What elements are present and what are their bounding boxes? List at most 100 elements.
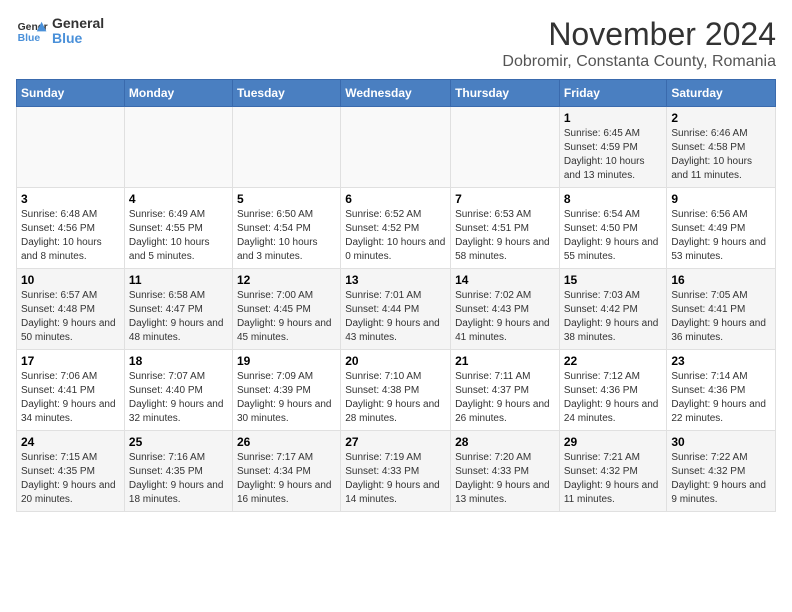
calendar-cell: 23Sunrise: 7:14 AMSunset: 4:36 PMDayligh… <box>667 350 776 431</box>
day-info: Sunrise: 6:45 AMSunset: 4:59 PMDaylight:… <box>564 127 663 183</box>
day-number: 12 <box>237 273 336 287</box>
title-area: November 2024 Dobromir, Constanta County… <box>502 16 776 71</box>
day-number: 1 <box>564 111 663 125</box>
calendar-cell: 3 Sunrise: 6:48 AMSunset: 4:56 PMDaylight… <box>17 188 125 269</box>
day-info: Sunrise: 7:07 AMSunset: 4:40 PMDaylight:… <box>129 370 228 426</box>
calendar-cell <box>341 107 451 188</box>
calendar-cell: 22 Sunrise: 7:12 AMSunset: 4:36 PMDayligh… <box>559 350 667 431</box>
calendar-cell: 7 Sunrise: 6:53 AMSunset: 4:51 PMDaylight… <box>451 188 560 269</box>
day-number: 11 <box>129 273 228 287</box>
day-info: Sunrise: 7:12 AMSunset: 4:36 PMDaylight:… <box>564 370 663 426</box>
calendar-cell: 13Sunrise: 7:01 AMSunset: 4:44 PMDayligh… <box>341 269 451 350</box>
day-info: Sunrise: 6:48 AMSunset: 4:56 PMDaylight:… <box>21 208 120 264</box>
day-number: 26 <box>237 435 336 449</box>
calendar-cell: 11 Sunrise: 6:58 AMSunset: 4:47 PMDayligh… <box>124 269 232 350</box>
calendar-cell: 5 Sunrise: 6:50 AMSunset: 4:54 PMDaylight… <box>232 188 340 269</box>
day-info: Sunrise: 7:05 AMSunset: 4:41 PMDaylight:… <box>671 289 771 345</box>
day-number: 14 <box>455 273 555 287</box>
day-info: Sunrise: 6:46 AMSunset: 4:58 PMDaylight:… <box>671 127 771 183</box>
day-number: 3 <box>21 192 120 206</box>
calendar-cell: 17Sunrise: 7:06 AMSunset: 4:41 PMDayligh… <box>17 350 125 431</box>
day-info: Sunrise: 6:52 AMSunset: 4:52 PMDaylight:… <box>345 208 446 264</box>
day-number: 9 <box>671 192 771 206</box>
day-number: 16 <box>671 273 771 287</box>
calendar-cell: 15 Sunrise: 7:03 AMSunset: 4:42 PMDayligh… <box>559 269 667 350</box>
day-number: 21 <box>455 354 555 368</box>
logo-general-text: General <box>52 16 104 31</box>
day-info: Sunrise: 6:56 AMSunset: 4:49 PMDaylight:… <box>671 208 771 264</box>
day-number: 18 <box>129 354 228 368</box>
calendar-table: SundayMondayTuesdayWednesdayThursdayFrid… <box>16 79 776 512</box>
calendar-cell <box>124 107 232 188</box>
calendar-cell <box>451 107 560 188</box>
header: General Blue General Blue November 2024 … <box>16 16 776 71</box>
logo-icon: General Blue <box>16 17 48 45</box>
weekday-header: Sunday <box>17 80 125 107</box>
calendar-cell: 19 Sunrise: 7:09 AMSunset: 4:39 PMDayligh… <box>232 350 340 431</box>
day-number: 19 <box>237 354 336 368</box>
weekday-header: Thursday <box>451 80 560 107</box>
calendar-cell: 12Sunrise: 7:00 AMSunset: 4:45 PMDayligh… <box>232 269 340 350</box>
calendar-cell: 10 Sunrise: 6:57 AMSunset: 4:48 PMDayligh… <box>17 269 125 350</box>
day-number: 7 <box>455 192 555 206</box>
day-info: Sunrise: 6:54 AMSunset: 4:50 PMDaylight:… <box>564 208 663 264</box>
day-info: Sunrise: 6:53 AMSunset: 4:51 PMDaylight:… <box>455 208 555 264</box>
calendar-week-row: 17Sunrise: 7:06 AMSunset: 4:41 PMDayligh… <box>17 350 776 431</box>
day-info: Sunrise: 6:58 AMSunset: 4:47 PMDaylight:… <box>129 289 228 345</box>
day-number: 22 <box>564 354 663 368</box>
day-info: Sunrise: 6:57 AMSunset: 4:48 PMDaylight:… <box>21 289 120 345</box>
day-info: Sunrise: 7:17 AMSunset: 4:34 PMDaylight:… <box>237 451 336 507</box>
day-number: 27 <box>345 435 446 449</box>
day-number: 8 <box>564 192 663 206</box>
calendar-cell: 27 Sunrise: 7:19 AMSunset: 4:33 PMDayligh… <box>341 431 451 512</box>
day-info: Sunrise: 7:11 AMSunset: 4:37 PMDaylight:… <box>455 370 555 426</box>
day-info: Sunrise: 7:20 AMSunset: 4:33 PMDaylight:… <box>455 451 555 507</box>
svg-text:Blue: Blue <box>18 33 41 44</box>
calendar-week-row: 3 Sunrise: 6:48 AMSunset: 4:56 PMDaylight… <box>17 188 776 269</box>
weekday-header: Wednesday <box>341 80 451 107</box>
day-number: 10 <box>21 273 120 287</box>
day-info: Sunrise: 7:10 AMSunset: 4:38 PMDaylight:… <box>345 370 446 426</box>
day-number: 20 <box>345 354 446 368</box>
weekday-header: Tuesday <box>232 80 340 107</box>
month-title: November 2024 <box>502 16 776 53</box>
logo: General Blue General Blue <box>16 16 104 47</box>
day-info: Sunrise: 7:14 AMSunset: 4:36 PMDaylight:… <box>671 370 771 426</box>
day-number: 6 <box>345 192 446 206</box>
calendar-week-row: 1 Sunrise: 6:45 AMSunset: 4:59 PMDaylight… <box>17 107 776 188</box>
calendar-cell: 26 Sunrise: 7:17 AMSunset: 4:34 PMDayligh… <box>232 431 340 512</box>
day-info: Sunrise: 6:50 AMSunset: 4:54 PMDaylight:… <box>237 208 336 264</box>
calendar-header: SundayMondayTuesdayWednesdayThursdayFrid… <box>17 80 776 107</box>
day-number: 15 <box>564 273 663 287</box>
day-info: Sunrise: 7:06 AMSunset: 4:41 PMDaylight:… <box>21 370 120 426</box>
day-number: 28 <box>455 435 555 449</box>
calendar-cell: 2 Sunrise: 6:46 AMSunset: 4:58 PMDaylight… <box>667 107 776 188</box>
day-info: Sunrise: 7:09 AMSunset: 4:39 PMDaylight:… <box>237 370 336 426</box>
calendar-cell: 30Sunrise: 7:22 AMSunset: 4:32 PMDayligh… <box>667 431 776 512</box>
day-number: 29 <box>564 435 663 449</box>
calendar-week-row: 24Sunrise: 7:15 AMSunset: 4:35 PMDayligh… <box>17 431 776 512</box>
day-number: 2 <box>671 111 771 125</box>
weekday-header: Friday <box>559 80 667 107</box>
day-info: Sunrise: 7:19 AMSunset: 4:33 PMDaylight:… <box>345 451 446 507</box>
calendar-cell: 24Sunrise: 7:15 AMSunset: 4:35 PMDayligh… <box>17 431 125 512</box>
day-info: Sunrise: 7:21 AMSunset: 4:32 PMDaylight:… <box>564 451 663 507</box>
calendar-cell: 20 Sunrise: 7:10 AMSunset: 4:38 PMDayligh… <box>341 350 451 431</box>
logo-blue-text: Blue <box>52 31 104 46</box>
calendar-cell: 25 Sunrise: 7:16 AMSunset: 4:35 PMDayligh… <box>124 431 232 512</box>
calendar-cell: 14Sunrise: 7:02 AMSunset: 4:43 PMDayligh… <box>451 269 560 350</box>
calendar-cell: 1 Sunrise: 6:45 AMSunset: 4:59 PMDaylight… <box>559 107 667 188</box>
calendar-week-row: 10 Sunrise: 6:57 AMSunset: 4:48 PMDayligh… <box>17 269 776 350</box>
day-number: 25 <box>129 435 228 449</box>
calendar-cell <box>17 107 125 188</box>
day-number: 5 <box>237 192 336 206</box>
day-info: Sunrise: 6:49 AMSunset: 4:55 PMDaylight:… <box>129 208 228 264</box>
calendar-cell: 8 Sunrise: 6:54 AMSunset: 4:50 PMDaylight… <box>559 188 667 269</box>
day-number: 30 <box>671 435 771 449</box>
calendar-cell: 28 Sunrise: 7:20 AMSunset: 4:33 PMDayligh… <box>451 431 560 512</box>
calendar-cell: 18 Sunrise: 7:07 AMSunset: 4:40 PMDayligh… <box>124 350 232 431</box>
calendar-cell: 29 Sunrise: 7:21 AMSunset: 4:32 PMDayligh… <box>559 431 667 512</box>
day-info: Sunrise: 7:16 AMSunset: 4:35 PMDaylight:… <box>129 451 228 507</box>
day-info: Sunrise: 7:03 AMSunset: 4:42 PMDaylight:… <box>564 289 663 345</box>
day-number: 4 <box>129 192 228 206</box>
